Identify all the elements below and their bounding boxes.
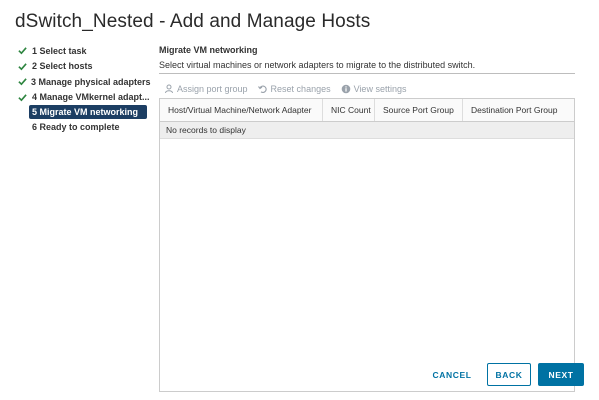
checkmark-icon [18,77,27,87]
assign-port-group-button[interactable]: Assign port group [164,84,248,94]
column-header-destination-port-group[interactable]: Destination Port Group [463,99,574,121]
step-label: 4 Manage VMkernel adapt... [32,92,150,103]
checkmark-icon [18,46,28,56]
step-ready-to-complete[interactable]: 6 Ready to complete [18,119,150,135]
reset-changes-label: Reset changes [270,84,331,94]
vm-networking-grid: Host/Virtual Machine/Network Adapter NIC… [159,98,575,392]
assign-port-group-label: Assign port group [177,84,248,94]
column-header-source-port-group[interactable]: Source Port Group [375,99,463,121]
add-manage-hosts-dialog: dSwitch_Nested - Add and Manage Hosts 1 … [0,0,599,400]
grid-toolbar: Assign port group Reset changes View set… [164,84,416,94]
divider [159,73,575,74]
step-label: 1 Select task [32,45,87,56]
checkmark-icon [18,92,28,102]
step-select-task[interactable]: 1 Select task [18,43,150,59]
grid-header: Host/Virtual Machine/Network Adapter NIC… [160,99,574,122]
step-label: 3 Manage physical adapters [31,76,151,87]
dialog-title: dSwitch_Nested - Add and Manage Hosts [15,11,371,32]
assign-port-group-icon [165,84,173,94]
page-title: Migrate VM networking [159,45,258,55]
back-button[interactable]: BACK [487,363,531,386]
wizard-steps: 1 Select task 2 Select hosts 3 Manage ph… [18,43,151,135]
view-settings-label: View settings [353,84,407,94]
reset-changes-icon [257,85,267,93]
checkmark-icon [18,61,28,71]
step-label: 2 Select hosts [32,61,93,72]
cancel-button[interactable]: CANCEL [424,363,480,386]
step-label: 5 Migrate VM networking [32,107,139,117]
step-migrate-vm-networking[interactable]: 5 Migrate VM networking [29,105,147,119]
step-label: 6 Ready to complete [32,121,120,132]
page-subtitle: Select virtual machines or network adapt… [159,60,476,70]
step-select-hosts[interactable]: 2 Select hosts [18,59,150,75]
step-manage-vmkernel-adapters[interactable]: 4 Manage VMkernel adapt... [18,90,150,106]
info-icon [341,84,350,94]
step-manage-physical-adapters[interactable]: 3 Manage physical adapters [18,74,151,90]
reset-changes-button[interactable]: Reset changes [257,84,331,94]
column-header-adapter[interactable]: Host/Virtual Machine/Network Adapter [160,99,323,121]
next-button[interactable]: NEXT [538,363,584,386]
grid-empty-message: No records to display [160,122,574,139]
column-header-nic-count[interactable]: NIC Count [323,99,375,121]
view-settings-button[interactable]: View settings [341,84,407,94]
